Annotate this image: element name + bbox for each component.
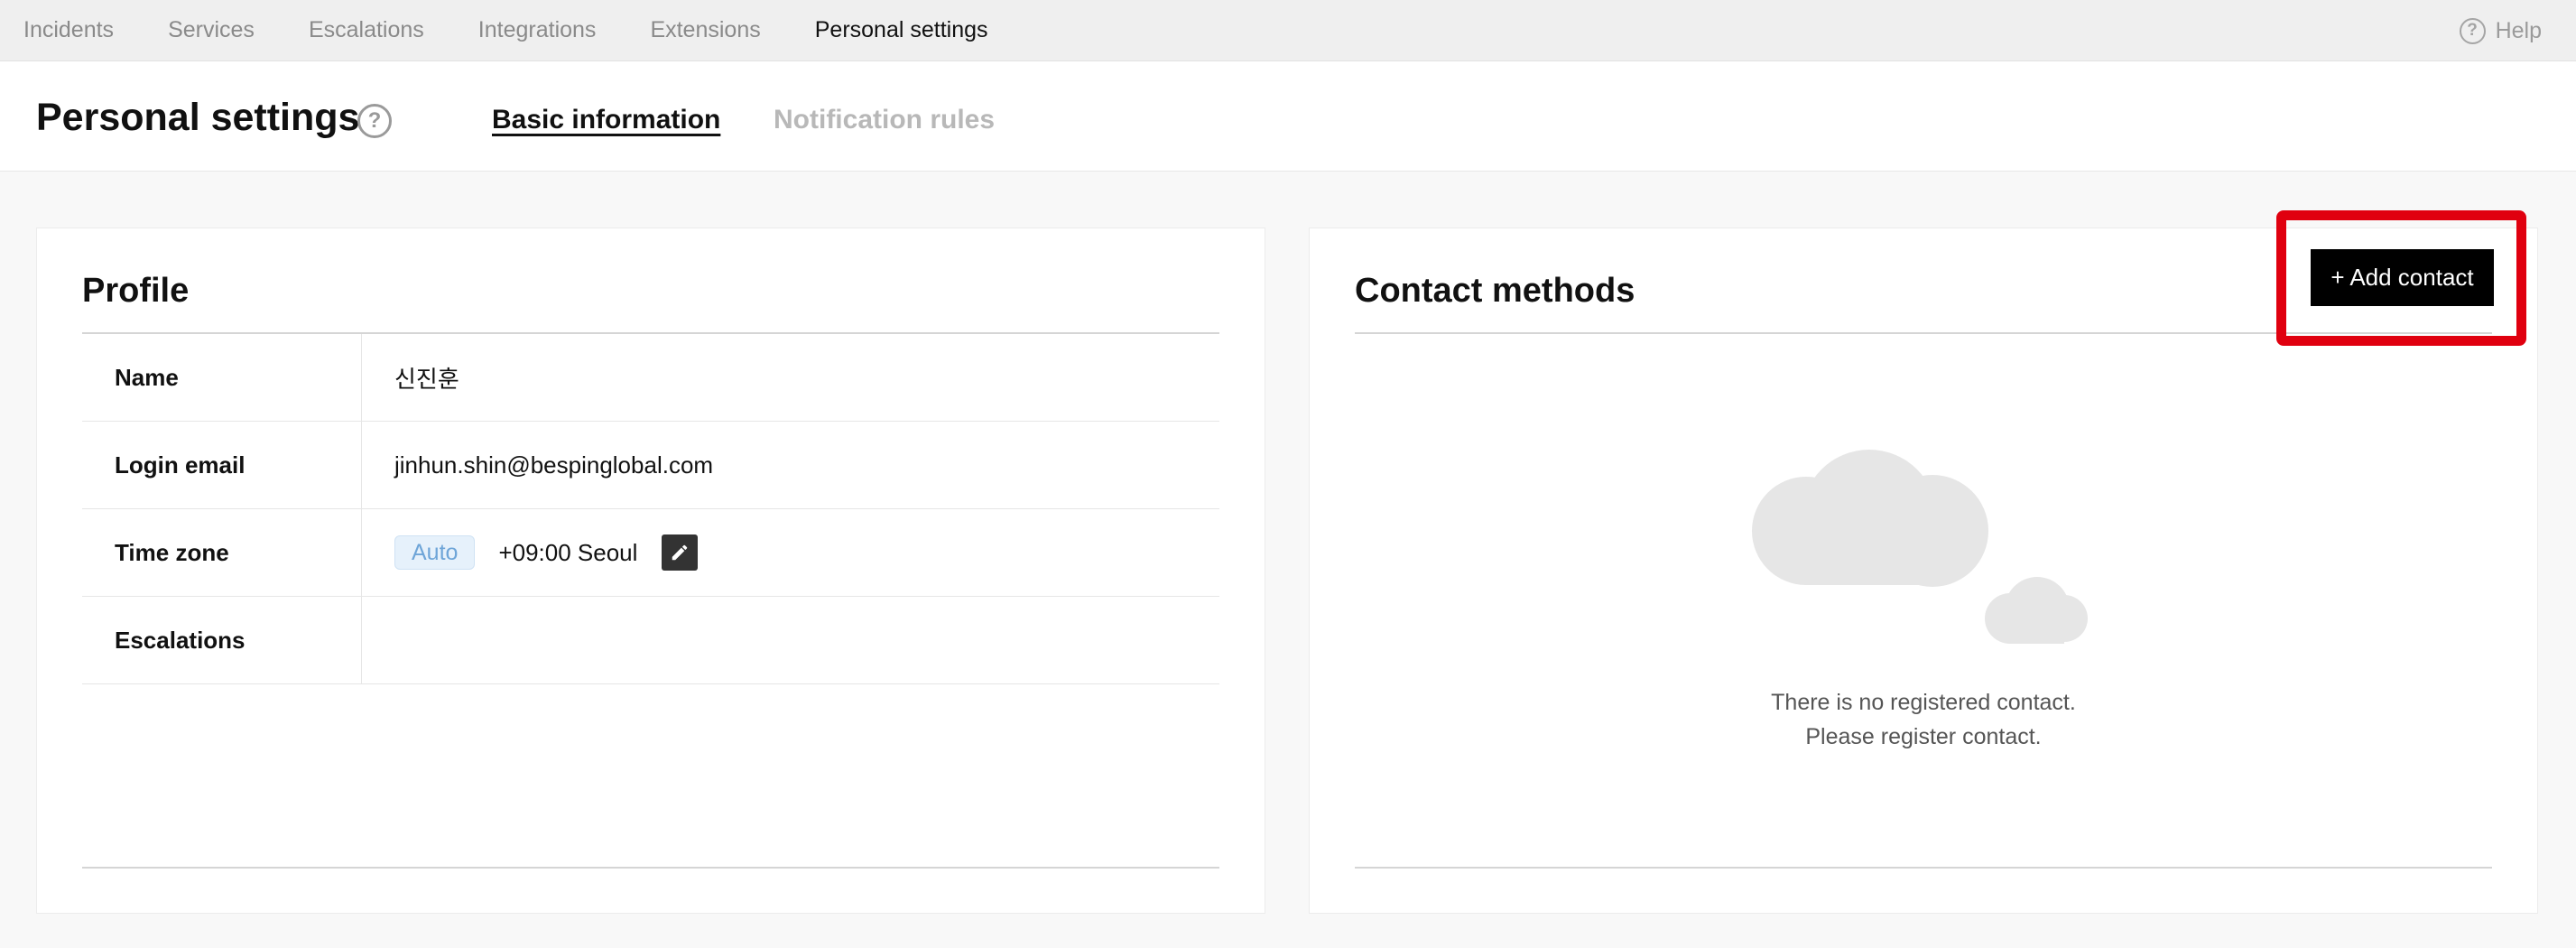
table-row: Login email jinhun.shin@bespinglobal.com [82, 422, 1219, 509]
nav-item-services[interactable]: Services [168, 17, 255, 43]
empty-line-2: Please register contact. [1805, 724, 2042, 749]
page-title: Personal settings [36, 96, 360, 139]
row-label: Time zone [82, 509, 362, 596]
divider [82, 867, 1219, 869]
auto-badge: Auto [394, 535, 476, 570]
contact-methods-title: Contact methods [1355, 272, 1635, 310]
page-header: Personal settings ? Basic information No… [0, 61, 2576, 172]
pencil-icon [672, 544, 688, 561]
profile-table: Name 신진훈 Login email jinhun.shin@besping… [82, 334, 1219, 684]
login-email-value: jinhun.shin@bespinglobal.com [394, 451, 714, 479]
table-row: Name 신진훈 [82, 334, 1219, 422]
empty-line-1: There is no registered contact. [1771, 690, 2076, 715]
time-zone-value: Auto +09:00 Seoul [362, 509, 1219, 596]
name-value: 신진훈 [394, 365, 459, 393]
row-label: Name [82, 334, 362, 421]
nav-item-incidents[interactable]: Incidents [23, 17, 114, 43]
profile-title: Profile [82, 272, 190, 310]
nav-items: Incidents Services Escalations Integrati… [0, 0, 1042, 60]
escalations-value [362, 597, 1219, 683]
tab-basic-information[interactable]: Basic information [492, 105, 720, 135]
help-label: Help [2495, 17, 2542, 43]
table-row: Time zone Auto +09:00 Seoul [82, 509, 1219, 597]
nav-item-integrations[interactable]: Integrations [478, 17, 597, 43]
question-circle-icon: ? [2459, 17, 2486, 44]
row-label: Escalations [82, 597, 362, 683]
nav-item-extensions[interactable]: Extensions [650, 17, 760, 43]
profile-card: Profile Name 신진훈 Login email jinhun.shin… [36, 228, 1265, 914]
question-circle-icon[interactable]: ? [357, 104, 392, 138]
table-row: Escalations [82, 597, 1219, 684]
row-label: Login email [82, 422, 362, 508]
top-navigation: Incidents Services Escalations Integrati… [0, 0, 2576, 61]
divider [1355, 867, 2492, 869]
empty-state-message: There is no registered contact. Please r… [1310, 685, 2537, 754]
help-link[interactable]: ? Help [2459, 0, 2542, 61]
nav-item-escalations[interactable]: Escalations [309, 17, 424, 43]
cloud-icon [1752, 450, 2088, 644]
nav-item-personal-settings[interactable]: Personal settings [815, 17, 988, 43]
add-contact-button[interactable]: + Add contact [2311, 249, 2494, 306]
time-zone-text: +09:00 Seoul [498, 538, 638, 566]
edit-time-zone-button[interactable] [662, 534, 699, 571]
tab-notification-rules[interactable]: Notification rules [774, 105, 995, 135]
